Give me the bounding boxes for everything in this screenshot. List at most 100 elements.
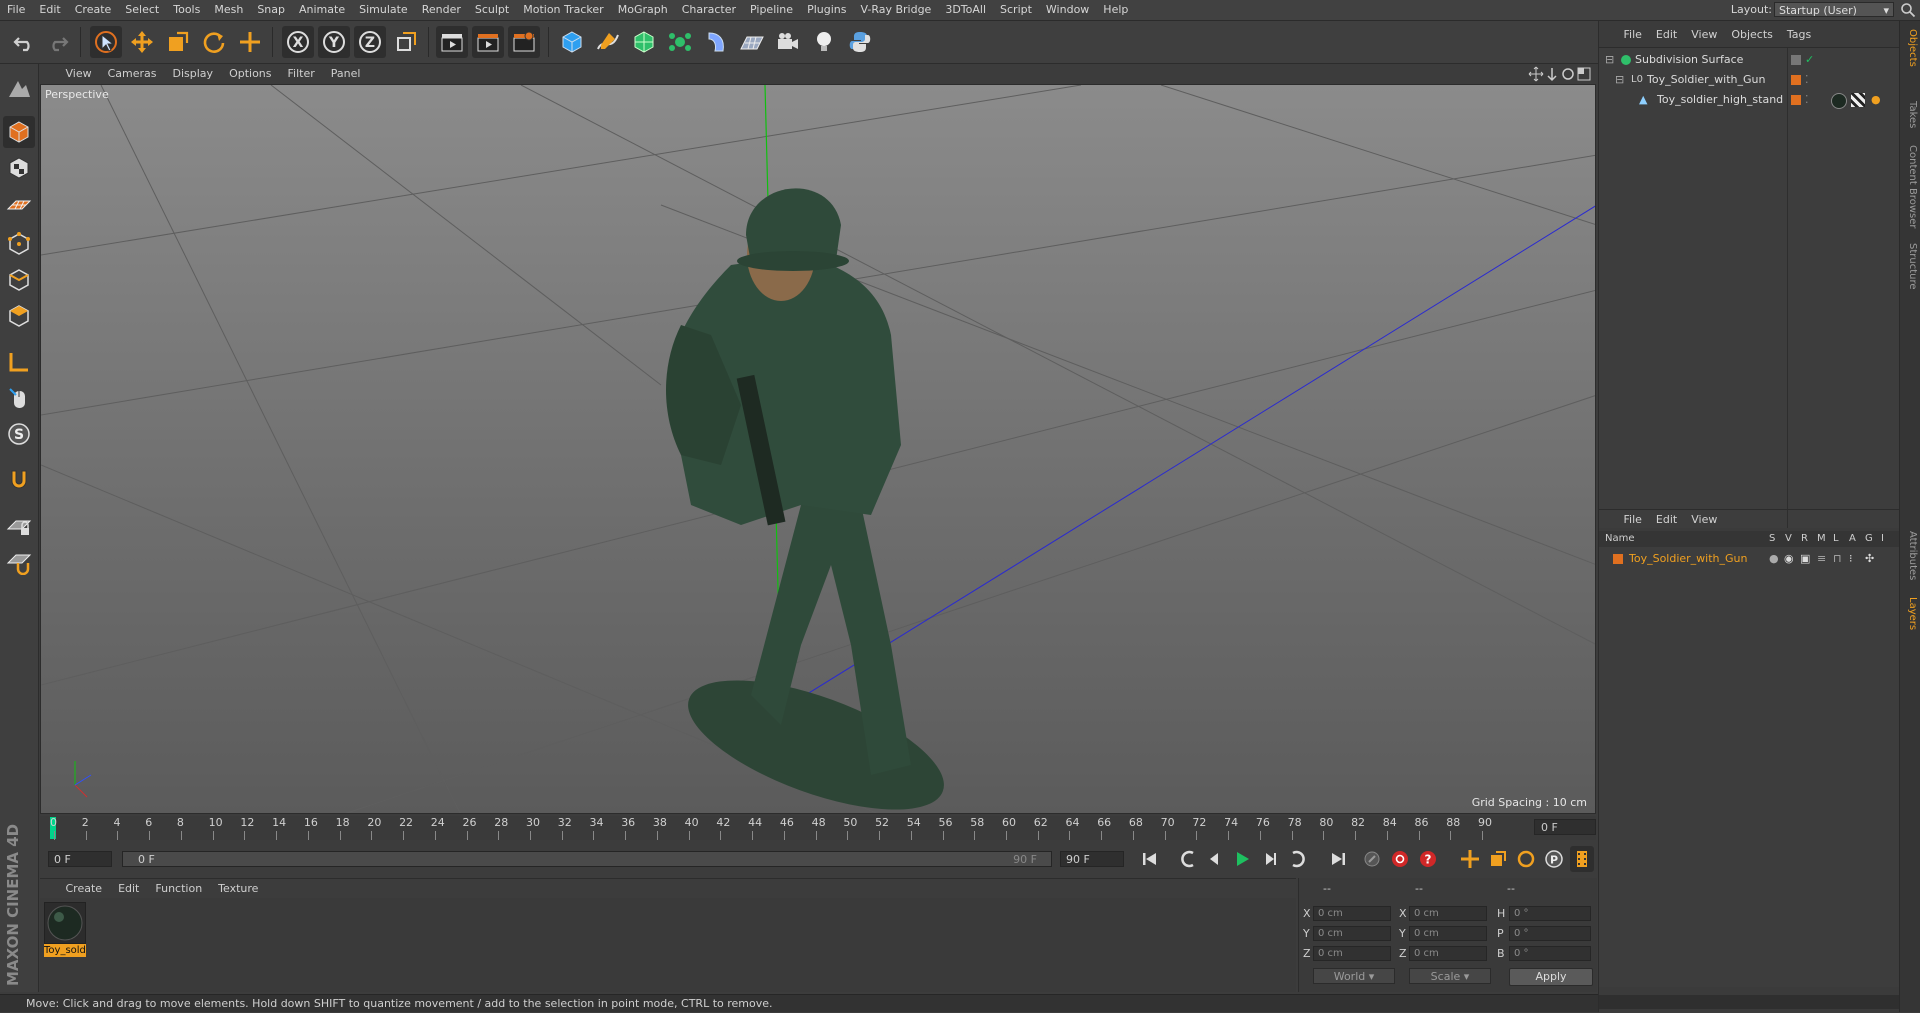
menu-3dtoall[interactable]: 3DToAll	[938, 0, 993, 20]
menu-mograph[interactable]: MoGraph	[611, 0, 675, 20]
python-button[interactable]	[844, 26, 876, 58]
rotate-button[interactable]	[198, 26, 230, 58]
model-mode-button[interactable]	[3, 116, 35, 148]
menu-mesh[interactable]: Mesh	[207, 0, 250, 20]
layer-manager-icon[interactable]: ≡	[1817, 549, 1826, 569]
layer-col-solo[interactable]: S	[1769, 531, 1775, 547]
tab-attributes[interactable]: Attributes	[1903, 531, 1918, 580]
objects-menu-objects[interactable]: Objects	[1724, 25, 1780, 45]
coordinate-space-select[interactable]: World ▾	[1313, 968, 1395, 984]
menu-file[interactable]: File	[0, 0, 32, 20]
rotation-p-field[interactable]: 0 °	[1509, 926, 1591, 941]
timeline-ruler[interactable]: 0 2 4 6 8 10 12 14 16 18 20 22 24 26 28 30 32 34 36 38 40 42 4…	[40, 816, 1596, 840]
objects-menu-edit[interactable]: Edit	[1649, 25, 1684, 45]
menu-vray-bridge[interactable]: V-Ray Bridge	[853, 0, 938, 20]
material-tag-icon[interactable]	[1831, 93, 1847, 109]
layer-col-animation[interactable]: A	[1849, 531, 1856, 547]
layer-animation-icon[interactable]: ⁝	[1849, 549, 1853, 569]
render-picture-viewer-button[interactable]	[472, 26, 504, 58]
right-dock-scrollbar[interactable]	[1599, 995, 1899, 1009]
size-z-field[interactable]: 0 cm	[1409, 946, 1487, 961]
magnet-button[interactable]	[3, 464, 35, 496]
collapse-icon[interactable]: ⊟	[1615, 70, 1624, 90]
size-y-field[interactable]: 0 cm	[1409, 926, 1487, 941]
tab-content-browser[interactable]: Content Browser	[1903, 145, 1918, 228]
layer-col-render[interactable]: R	[1801, 531, 1808, 547]
end-frame-field[interactable]: 90 F	[1060, 851, 1124, 867]
menu-motion-tracker[interactable]: Motion Tracker	[516, 0, 610, 20]
objects-menu-tags[interactable]: Tags	[1780, 25, 1818, 45]
snapping-button[interactable]: S	[3, 418, 35, 450]
viewport-menu-cameras[interactable]: Cameras	[100, 64, 165, 84]
add-mograph-button[interactable]	[664, 26, 696, 58]
material-menu-edit[interactable]: Edit	[110, 879, 147, 899]
tab-structure[interactable]: Structure	[1903, 243, 1918, 290]
viewport-menu-display[interactable]: Display	[165, 64, 222, 84]
add-spline-button[interactable]	[592, 26, 624, 58]
goto-previous-key-button[interactable]	[1176, 847, 1200, 871]
layer-solo-icon[interactable]: ●	[1769, 549, 1779, 569]
play-button[interactable]	[1230, 847, 1254, 871]
layer-col-generators[interactable]: G	[1865, 531, 1873, 547]
objects-menu-view[interactable]: View	[1684, 25, 1724, 45]
locked-workplane-button[interactable]	[3, 510, 35, 542]
add-generator-button[interactable]	[628, 26, 660, 58]
undo-button[interactable]	[8, 26, 40, 58]
menu-help[interactable]: Help	[1096, 0, 1135, 20]
live-selection-button[interactable]	[90, 26, 122, 58]
layer-generator-icon[interactable]: ✣	[1865, 549, 1874, 569]
objects-menu-file[interactable]: File	[1617, 25, 1649, 45]
toy-soldier-model[interactable]	[666, 188, 959, 814]
key-parameter-button[interactable]: P	[1542, 847, 1566, 871]
menu-edit[interactable]: Edit	[32, 0, 67, 20]
render-view-button[interactable]	[436, 26, 468, 58]
material-swatch[interactable]	[44, 902, 86, 944]
layer-col-view[interactable]: V	[1785, 531, 1792, 547]
menu-animate[interactable]: Animate	[292, 0, 352, 20]
step-forward-button[interactable]	[1258, 847, 1282, 871]
key-rotation-button[interactable]	[1514, 847, 1538, 871]
enabled-check-icon[interactable]: ✓	[1805, 50, 1814, 70]
menu-plugins[interactable]: Plugins	[800, 0, 853, 20]
make-editable-button[interactable]	[3, 72, 35, 104]
add-deformer-button[interactable]	[700, 26, 732, 58]
size-x-field[interactable]: 0 cm	[1409, 906, 1487, 921]
add-cube-button[interactable]	[556, 26, 588, 58]
material-menu-create[interactable]: Create	[58, 879, 111, 899]
phong-tag-icon[interactable]: ●	[1871, 90, 1881, 110]
tweak-mode-button[interactable]	[3, 382, 35, 414]
add-scene-button[interactable]	[736, 26, 768, 58]
key-scale-button[interactable]	[1486, 847, 1510, 871]
position-x-field[interactable]: 0 cm	[1313, 906, 1391, 921]
object-row[interactable]: ▲ Toy_soldier_high_stand ⁚ ●	[1599, 90, 1899, 110]
timeline-layout-button[interactable]	[1570, 846, 1594, 872]
key-position-button[interactable]	[1458, 847, 1482, 871]
render-settings-button[interactable]	[508, 26, 540, 58]
menu-tools[interactable]: Tools	[166, 0, 207, 20]
object-row[interactable]: ⊟ L0 Toy_Soldier_with_Gun ⁚	[1599, 70, 1899, 90]
material-name-label[interactable]: Toy_soldi	[44, 944, 86, 957]
layer-col-deformers[interactable]: I	[1881, 531, 1884, 547]
menu-simulate[interactable]: Simulate	[352, 0, 415, 20]
keyframe-selection-button[interactable]: ?	[1416, 847, 1440, 871]
layers-menu-file[interactable]: File	[1617, 510, 1649, 530]
menu-render[interactable]: Render	[415, 0, 468, 20]
x-axis-lock-button[interactable]: X	[282, 26, 314, 58]
menu-character[interactable]: Character	[675, 0, 743, 20]
layer-lock-icon[interactable]: ⊓	[1833, 549, 1842, 569]
collapse-icon[interactable]: ⊟	[1605, 50, 1614, 70]
viewport-navigation-icons[interactable]	[1528, 66, 1592, 82]
rotation-b-field[interactable]: 0 °	[1509, 946, 1591, 961]
menu-snap[interactable]: Snap	[250, 0, 292, 20]
points-mode-button[interactable]	[3, 228, 35, 260]
search-icon[interactable]	[1900, 2, 1916, 18]
autokey-button[interactable]	[1388, 847, 1412, 871]
axis-mode-button[interactable]	[3, 346, 35, 378]
layer-col-locked[interactable]: L	[1833, 531, 1839, 547]
material-menu-texture[interactable]: Texture	[210, 879, 266, 899]
apply-button[interactable]: Apply	[1509, 968, 1593, 986]
material-menu-function[interactable]: Function	[147, 879, 210, 899]
perspective-viewport[interactable]: Perspective Grid Spacing : 10 cm	[40, 84, 1596, 814]
workplane-mode-button[interactable]	[3, 188, 35, 220]
viewport-menu-filter[interactable]: Filter	[280, 64, 323, 84]
